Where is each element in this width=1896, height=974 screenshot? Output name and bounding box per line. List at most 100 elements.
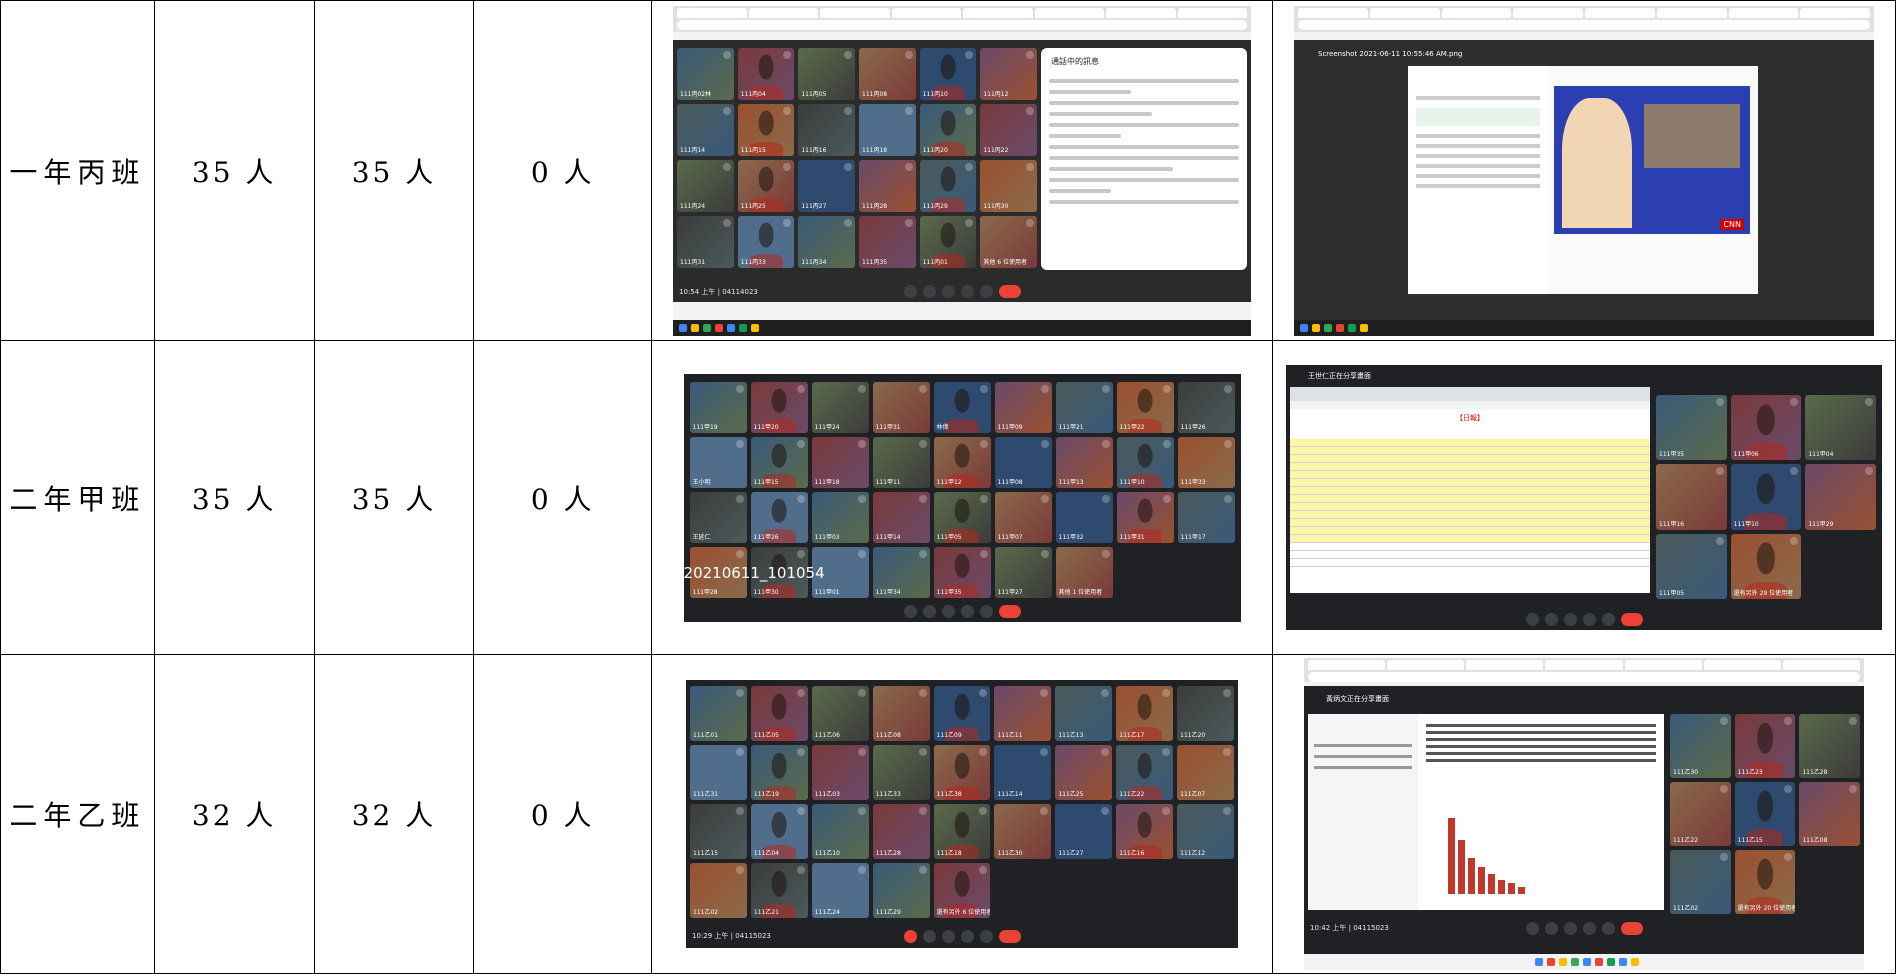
participant-tile[interactable]: 111丙14 [677,103,734,156]
participant-tile[interactable]: 111乙12 [1177,804,1235,859]
participant-tile[interactable]: 111丙05 [798,47,856,100]
participant-tile[interactable]: 111乙05 [750,686,808,741]
participant-tile[interactable]: 111乙09 [933,686,991,741]
participant-tile[interactable]: 111甲27 [994,546,1052,598]
participant-tile[interactable]: 111甲21 [1055,381,1113,433]
participant-tile[interactable]: 111乙13 [1055,686,1113,741]
participant-tile[interactable]: 111乙06 [811,686,869,741]
participant-tile[interactable]: 111甲31 [872,381,930,433]
participant-tile[interactable]: 111乙38 [933,745,991,800]
participant-tile[interactable]: 111乙14 [994,745,1052,800]
participant-tile[interactable]: 111丙27 [798,159,856,212]
participant-tile[interactable]: 111乙03 [811,745,869,800]
participant-tile[interactable]: 111甲20 [750,381,808,433]
participant-tile[interactable]: 111乙02 [1670,850,1731,914]
participant-tile[interactable]: 111乙04 [750,804,808,859]
participant-tile[interactable]: 111甲12 [933,436,991,488]
participant-tile[interactable]: 111乙20 [1177,686,1235,741]
participant-tile[interactable]: 111乙01 [690,686,747,741]
participant-tile[interactable]: 111丙28 [859,159,916,212]
participant-tile[interactable]: 111甲26 [1177,381,1235,433]
participant-tile[interactable]: 林偉 [933,381,991,433]
participant-tile[interactable]: 111甲15 [750,436,808,488]
participant-tile[interactable]: 111甲04 [1805,395,1876,461]
participant-tile[interactable]: 111丙16 [798,103,856,156]
participant-tile[interactable]: 111甲09 [994,381,1052,433]
participant-tile[interactable]: 111甲07 [994,491,1052,543]
participant-tile[interactable]: 111甲10 [1730,464,1802,530]
participant-tile[interactable]: 111甲31 [1116,491,1174,543]
participant-tile[interactable]: 111乙11 [994,686,1052,741]
participant-tile[interactable]: 111乙24 [811,863,869,918]
participant-tile[interactable]: 111丙08 [859,47,916,100]
participant-tile[interactable]: 111甲26 [750,491,808,543]
participant-tile[interactable]: 111甲19 [689,381,747,433]
participant-tile[interactable]: 111乙02 [690,863,747,918]
participant-tile[interactable]: 111丙20 [919,103,977,156]
participant-tile[interactable]: 111乙16 [1116,804,1174,859]
participant-tile[interactable]: 111乙07 [1177,745,1235,800]
participant-tile[interactable]: 111甲17 [1177,491,1235,543]
participant-tile[interactable]: 111乙25 [1055,745,1113,800]
participant-tile[interactable]: 111乙33 [872,745,930,800]
participant-tile[interactable]: 111甲16 [1656,464,1727,530]
participant-tile[interactable]: 111乙15 [1734,782,1796,846]
participant-tile[interactable]: 111丙25 [737,159,795,212]
participant-tile[interactable]: 111丙24 [677,159,734,212]
participant-tile[interactable]: 111甲32 [1055,491,1113,543]
participant-tile[interactable]: 111甲18 [811,436,869,488]
participant-tile[interactable]: 111甲11 [872,436,930,488]
participant-tile[interactable]: 111丙04 [737,47,795,100]
participant-tile[interactable]: 還有另外 6 位使用者 [933,863,991,918]
participant-tile[interactable]: 111丙12 [980,47,1038,100]
participant-tile[interactable]: 111甲33 [1177,436,1235,488]
participant-tile[interactable]: 111乙21 [750,863,808,918]
participant-tile[interactable]: 111乙10 [811,804,869,859]
participant-tile[interactable]: 111乙08 [872,686,930,741]
participant-tile[interactable]: 111乙29 [872,863,930,918]
participant-tile[interactable]: 111甲22 [1116,381,1174,433]
participant-tile[interactable]: 111丙34 [798,215,856,268]
participant-tile[interactable]: 王延仁 [689,491,747,543]
participant-tile[interactable]: 111丙33 [737,215,795,268]
participant-tile[interactable]: 111甲34 [872,546,930,598]
participant-tile[interactable]: 111甲29 [1805,464,1876,530]
participant-tile[interactable]: 其他 6 位使用者 [980,215,1038,268]
participant-tile[interactable]: 111甲24 [811,381,869,433]
participant-tile[interactable]: 111乙23 [1734,714,1796,778]
participant-tile[interactable]: 111乙15 [690,804,747,859]
participant-tile[interactable]: 111甲14 [872,491,930,543]
participant-tile[interactable]: 王小明 [689,436,747,488]
participant-tile[interactable]: 111丙10 [919,47,977,100]
participant-tile[interactable]: 111乙19 [750,745,808,800]
participant-tile[interactable]: 111乙17 [1116,686,1174,741]
participant-tile[interactable]: 111乙08 [1799,782,1860,846]
participant-tile[interactable]: 111甲05 [1656,533,1727,599]
participant-tile[interactable]: 還有另外 20 位使用者 [1734,850,1796,914]
participant-tile[interactable]: 111乙22 [1670,782,1731,846]
participant-tile[interactable]: 111丙31 [677,215,734,268]
participant-tile[interactable]: 還有另外 29 位使用者 [1730,533,1802,599]
participant-tile[interactable]: 111丙02林 [677,47,734,100]
participant-tile[interactable]: 111甲03 [811,491,869,543]
participant-tile[interactable]: 111乙28 [1799,714,1860,778]
participant-tile[interactable]: 其他 1 位使用者 [1055,546,1113,598]
participant-tile[interactable]: 111甲06 [1730,395,1802,461]
participant-tile[interactable]: 111丙35 [859,215,916,268]
participant-tile[interactable]: 111甲08 [994,436,1052,488]
participant-tile[interactable]: 111甲10 [1116,436,1174,488]
participant-tile[interactable]: 111乙30 [1670,714,1731,778]
participant-tile[interactable]: 111甲13 [1055,436,1113,488]
participant-tile[interactable]: 111丙01 [919,215,977,268]
participant-tile[interactable]: 111乙27 [1055,804,1113,859]
participant-tile[interactable]: 111丙18 [859,103,916,156]
participant-tile[interactable]: 111乙18 [933,804,991,859]
participant-tile[interactable]: 111乙31 [690,745,747,800]
participant-tile[interactable]: 111丙30 [980,159,1038,212]
participant-tile[interactable]: 111丙22 [980,103,1038,156]
participant-tile[interactable]: 111甲35 [933,546,991,598]
participant-tile[interactable]: 111乙22 [1116,745,1174,800]
participant-tile[interactable]: 111丙15 [737,103,795,156]
participant-tile[interactable]: 111乙28 [872,804,930,859]
participant-tile[interactable]: 111甲35 [1656,395,1727,461]
